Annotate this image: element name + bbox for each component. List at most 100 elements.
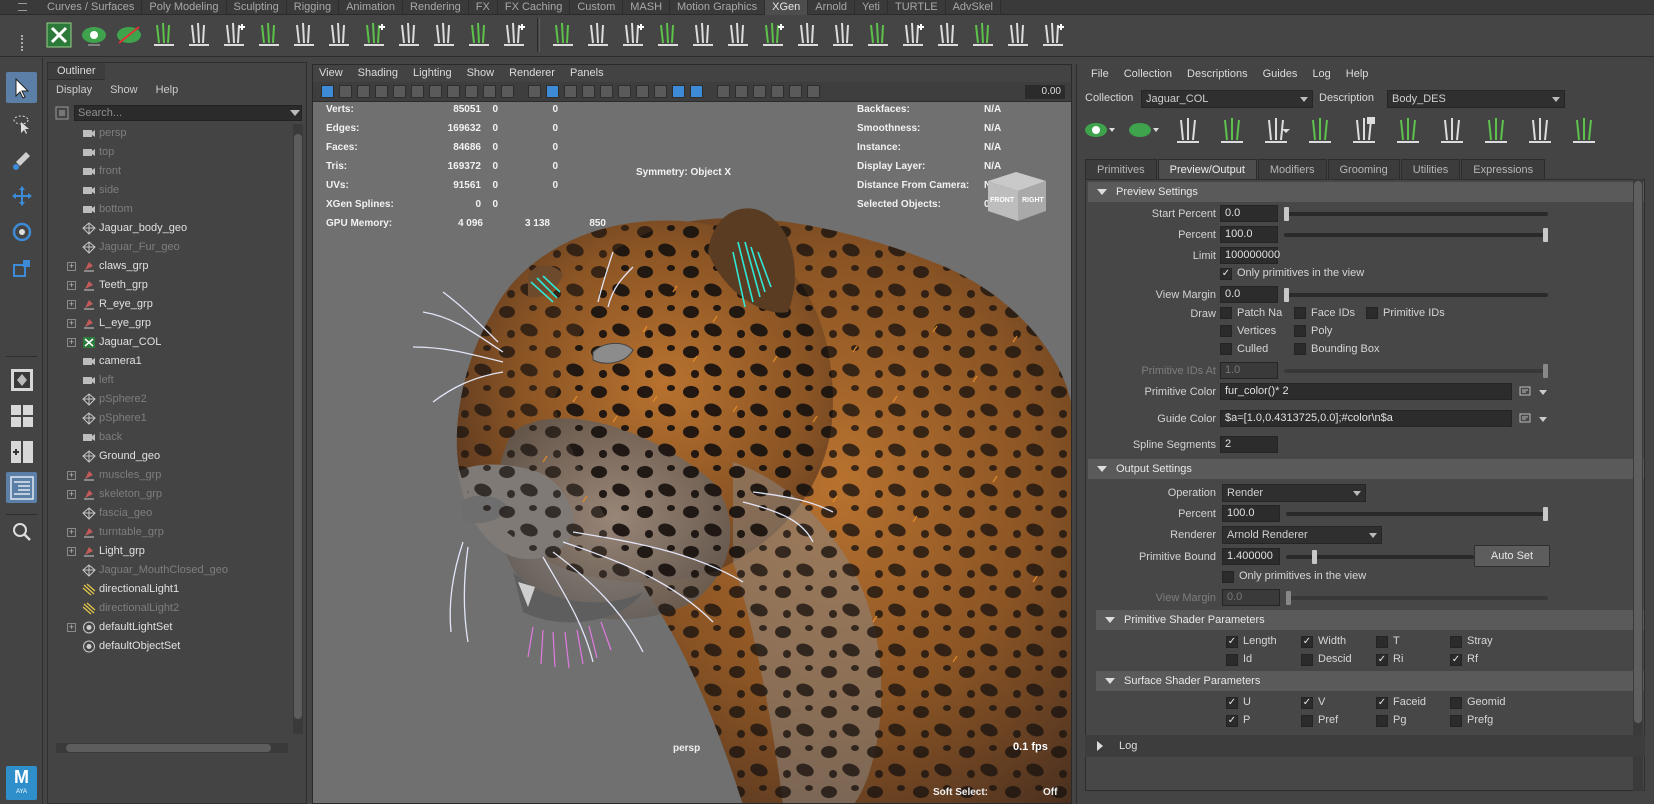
tab-preview-output[interactable]: Preview/Output [1157,159,1257,179]
outliner-title[interactable]: Outliner [48,63,105,80]
outliner-filter-icon[interactable] [54,105,70,121]
shelf-tab-poly-modeling[interactable]: Poly Modeling [142,0,227,15]
id-checkbox[interactable] [1226,654,1238,666]
scrollbar-thumb[interactable] [1634,181,1642,723]
outliner-item[interactable]: + Light_grp [48,542,290,561]
film-gate-icon[interactable] [411,85,424,98]
geomid-checkbox[interactable] [1450,697,1462,709]
tab-utilities[interactable]: Utilities [1400,159,1461,179]
shelf-tab-fx[interactable]: FX [469,0,498,15]
chevron-down-icon[interactable] [1537,414,1549,426]
outliner-item[interactable]: Ground_geo [48,447,290,466]
outliner-item[interactable]: + turntable_grp [48,523,290,542]
faceid-checkbox[interactable]: ✓ [1376,697,1388,709]
outliner-layout-icon[interactable] [6,472,37,503]
u-checkbox[interactable]: ✓ [1226,697,1238,709]
lock-guide-icon[interactable] [1347,112,1381,150]
outliner-item[interactable]: front [48,162,290,181]
primitive-ids-at-slider[interactable] [1284,364,1548,378]
search-icon[interactable] [6,516,37,547]
xgen-menu-log[interactable]: Log [1312,68,1330,86]
descid-checkbox[interactable] [1301,654,1313,666]
shelf-tab-arnold[interactable]: Arnold [808,0,856,15]
outliner-item[interactable]: + claws_grp [48,257,290,276]
draw-patch-names-checkbox[interactable] [1220,307,1232,319]
rebuild-guide-icon[interactable] [1435,112,1469,150]
preview-settings-header[interactable]: Preview Settings [1088,182,1644,202]
spline-segments-field[interactable]: 2 [1220,436,1278,453]
lasso-tool-icon[interactable] [6,108,37,139]
bake-guide-icon[interactable] [1391,112,1425,150]
twist-modifier-icon[interactable] [793,20,823,50]
draw-vertices-checkbox[interactable] [1220,325,1232,337]
chevron-down-icon[interactable] [1537,387,1549,399]
smooth-icon[interactable] [933,20,963,50]
bookmark-icon[interactable] [357,85,370,98]
sculpt-guide-icon[interactable] [184,20,214,50]
width-checkbox[interactable]: ✓ [1301,636,1313,648]
outliner-item[interactable]: defaultObjectSet [48,637,290,656]
exposure-field[interactable]: 0.00 [1025,85,1065,99]
camera-attributes-icon[interactable] [339,85,352,98]
sculpt-guide-icon[interactable] [1215,112,1249,150]
shelf-tab-rendering[interactable]: Rendering [403,0,469,15]
single-perspective-layout-icon[interactable] [6,364,37,395]
xray-active-icon[interactable] [753,85,766,98]
lock-guide-icon[interactable] [254,20,284,50]
viewport-menu-renderer[interactable]: Renderer [509,67,555,80]
exposure-icon[interactable] [807,85,820,98]
start-percent-slider[interactable] [1284,207,1548,221]
isolate-select-icon[interactable] [717,85,730,98]
stray-checkbox[interactable] [1450,636,1462,648]
primitive-bound-slider[interactable] [1286,550,1474,564]
outliner-item[interactable]: + Teeth_grp [48,276,290,295]
scale-tool-icon[interactable] [6,252,37,283]
outliner-item[interactable]: + muscles_grp [48,466,290,485]
view-guide-icon[interactable] [1303,112,1337,150]
shadows-icon[interactable] [618,85,631,98]
outliner-item[interactable]: directionalLight1 [48,580,290,599]
draw-culled-checkbox[interactable] [1220,343,1232,355]
expand-plus-icon[interactable]: + [67,338,76,347]
shelf-tab-animation[interactable]: Animation [339,0,404,15]
outliner-item[interactable]: left [48,371,290,390]
place-guide-icon[interactable] [464,20,494,50]
log-section-header[interactable]: Log [1085,735,1645,757]
outliner-item[interactable]: Jaguar_body_geo [48,219,290,238]
viewport-menu-show[interactable]: Show [467,67,495,80]
create-description-icon[interactable] [548,20,578,50]
scene-view[interactable]: Verts: 85051 0 0 Edges: 169632 0 0 Faces: 84686 0 0… [313,102,1071,803]
expand-plus-icon[interactable]: + [67,623,76,632]
flow-icon[interactable] [898,20,928,50]
length-checkbox[interactable]: ✓ [1226,636,1238,648]
slider-knob[interactable] [1284,288,1289,302]
shelf-tab-advskel[interactable]: AdvSkel [946,0,1001,15]
coil-modifier-icon[interactable] [688,20,718,50]
four-view-layout-icon[interactable] [6,400,37,431]
smooth-shade-icon[interactable] [546,85,559,98]
ri-checkbox[interactable]: ✓ [1376,654,1388,666]
shelf-grip[interactable] [21,35,25,51]
viewport-menu-view[interactable]: View [319,67,343,80]
wireframe-icon[interactable] [528,85,541,98]
safe-title-icon[interactable] [501,85,514,98]
add-guide-icon[interactable] [149,20,179,50]
rebuild-guide-icon[interactable] [324,20,354,50]
slider-knob[interactable] [1286,591,1291,605]
xray-joints-icon[interactable] [771,85,784,98]
preview-only-in-view-checkbox[interactable]: ✓ [1220,268,1232,280]
add-modifier-icon[interactable] [583,20,613,50]
motion-blur-icon[interactable] [654,85,667,98]
tab-expressions[interactable]: Expressions [1461,159,1546,179]
outliner-item[interactable]: Jaguar_MouthClosed_geo [48,561,290,580]
shelf-tab-mash[interactable]: MASH [623,0,671,15]
shelf-tab-sculpting[interactable]: Sculpting [227,0,287,15]
outliner-item[interactable]: camera1 [48,352,290,371]
scrollbar-thumb[interactable] [294,134,302,719]
xgen-menu-file[interactable]: File [1091,68,1109,86]
resolution-gate-icon[interactable] [429,85,442,98]
xgen-editor-icon[interactable] [44,20,74,50]
gate-mask-icon[interactable] [447,85,460,98]
expand-plus-icon[interactable]: + [67,528,76,537]
shelf-tab-rigging[interactable]: Rigging [287,0,340,15]
